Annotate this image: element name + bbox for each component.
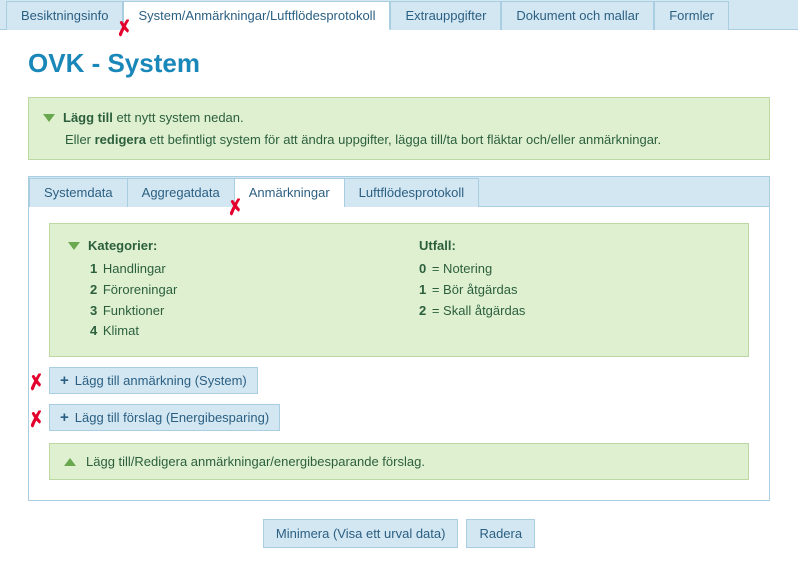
info-line1: Lägg till ett nytt system nedan.	[63, 108, 244, 128]
add-energy-label: Lägg till förslag (Energibesparing)	[75, 410, 269, 425]
tab-system-anmarkningar[interactable]: System/Anmärkningar/Luftflödesprotokoll …	[123, 1, 390, 30]
annotation-mark-icon: ✗	[26, 369, 47, 397]
inner-tab-anmarkningar[interactable]: Anmärkningar ✗	[234, 178, 345, 207]
page-title: OVK - System	[28, 48, 770, 79]
plus-icon: +	[60, 410, 69, 425]
plus-icon: +	[60, 373, 69, 388]
info-line2: Eller redigera ett befintligt system för…	[65, 132, 661, 147]
chevron-down-icon	[68, 242, 80, 250]
hint-banner: Lägg till/Redigera anmärkningar/energibe…	[49, 443, 749, 480]
categories-heading: Kategorier:	[88, 238, 157, 253]
inner-tabs: Systemdata Aggregatdata Anmärkningar ✗ L…	[29, 177, 769, 207]
tab-extrauppgifter[interactable]: Extrauppgifter	[390, 1, 501, 30]
inner-tab-aggregatdata[interactable]: Aggregatdata	[127, 178, 235, 207]
chevron-up-icon	[64, 458, 76, 466]
inner-tab-systemdata[interactable]: Systemdata	[29, 178, 128, 207]
delete-button[interactable]: Radera	[466, 519, 535, 548]
add-remark-button[interactable]: + Lägg till anmärkning (System) ✗	[49, 367, 258, 394]
inner-tab-luftflodesprotokoll[interactable]: Luftflödesprotokoll	[344, 178, 480, 207]
inner-panel: Systemdata Aggregatdata Anmärkningar ✗ L…	[28, 176, 770, 501]
chevron-down-icon	[43, 114, 55, 122]
top-tabs: Besiktningsinfo System/Anmärkningar/Luft…	[0, 0, 798, 30]
tab-besiktningsinfo[interactable]: Besiktningsinfo	[6, 1, 123, 30]
add-remark-label: Lägg till anmärkning (System)	[75, 373, 247, 388]
tab-dokument-mallar[interactable]: Dokument och mallar	[501, 1, 654, 30]
categories-box: Kategorier: 1 Handlingar 2 Föroreningar …	[49, 223, 749, 357]
add-energy-suggestion-button[interactable]: + Lägg till förslag (Energibesparing) ✗	[49, 404, 280, 431]
hint-text: Lägg till/Redigera anmärkningar/energibe…	[86, 454, 425, 469]
page-body: OVK - System Lägg till ett nytt system n…	[0, 30, 798, 566]
tab-formler[interactable]: Formler	[654, 1, 729, 30]
utfall-heading: Utfall:	[419, 238, 456, 253]
annotation-mark-icon: ✗	[26, 406, 47, 434]
inner-tab-label: Anmärkningar	[249, 185, 330, 200]
info-banner-top: Lägg till ett nytt system nedan. Eller r…	[28, 97, 770, 160]
utfall-list: 0 = Notering 1 = Bör åtgärdas 2 = Skall …	[419, 259, 730, 321]
inner-body: Kategorier: 1 Handlingar 2 Föroreningar …	[29, 207, 769, 500]
footer-buttons: Minimera (Visa ett urval data) Radera	[28, 519, 770, 548]
categories-list: 1 Handlingar 2 Föroreningar 3 Funktioner…	[68, 259, 379, 342]
tab-label: System/Anmärkningar/Luftflödesprotokoll	[138, 8, 375, 23]
minimize-button[interactable]: Minimera (Visa ett urval data)	[263, 519, 459, 548]
